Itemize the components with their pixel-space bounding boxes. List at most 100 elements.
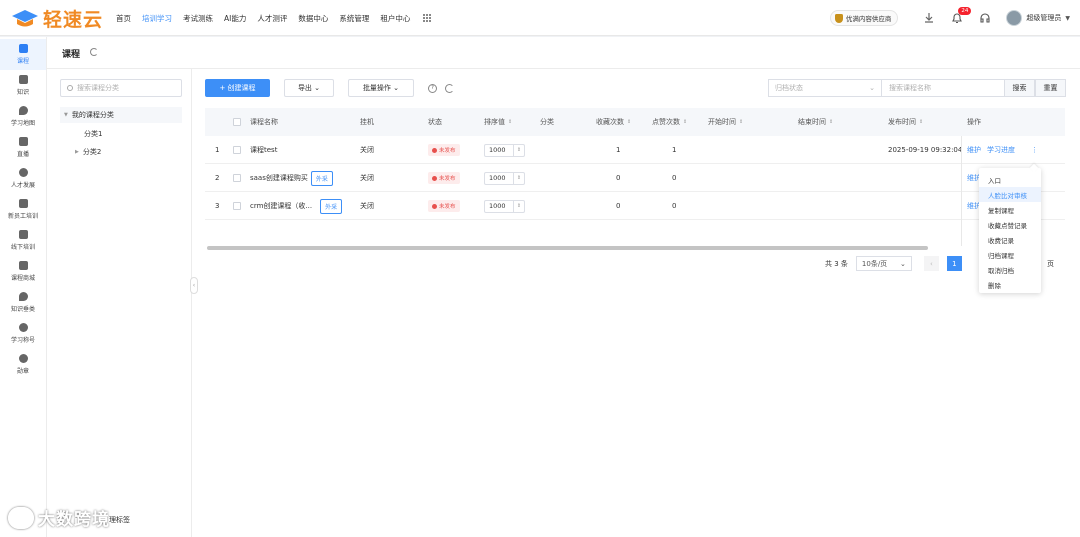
help-icon[interactable]: ? — [428, 83, 437, 93]
collapse-handle[interactable]: ‹ — [190, 277, 198, 294]
column-header-publish[interactable]: 发布时间 ⇕ — [888, 108, 923, 136]
create-course-button[interactable]: + 创建课程 — [205, 79, 270, 97]
promo-badge[interactable]: 优满内容供应商 — [829, 10, 899, 26]
learning-progress-link[interactable]: 学习进度 — [987, 145, 1015, 155]
sort-value-stepper[interactable]: 1000 ⇕ — [484, 171, 525, 185]
store-icon — [18, 261, 28, 270]
sidebar-item-titles[interactable]: 学习称号 — [0, 318, 46, 349]
row-checkbox[interactable] — [233, 174, 241, 182]
sidebar-item-badges[interactable]: 勋章 — [0, 349, 46, 380]
sidebar-item-mall[interactable]: 课程商城 — [0, 256, 46, 287]
column-header-end[interactable]: 结束时间 ⇕ — [798, 108, 833, 136]
course-name[interactable]: saas创建课程购买 — [250, 173, 308, 183]
sort-value-stepper[interactable]: 1000 ⇕ — [484, 199, 525, 213]
tree-node-category-1[interactable]: 分类1 — [84, 129, 102, 139]
page-size-select[interactable]: 10条/页 ⌄ — [855, 256, 912, 271]
menu-item-fav-like-records[interactable]: 收藏点赞记录 — [979, 217, 1041, 232]
medal-icon — [18, 323, 28, 332]
menu-item-archive[interactable]: 归档课程 — [979, 247, 1041, 262]
sidebar-item-label: 学习称号 — [10, 337, 35, 344]
download-icon[interactable] — [922, 11, 936, 25]
export-label: 导出 — [297, 84, 312, 92]
sidebar-item-new-hire[interactable]: 新员工培训 — [0, 194, 46, 225]
page-number[interactable]: 1 — [946, 256, 962, 271]
column-header-sort[interactable]: 排序值 ⇕ — [484, 108, 512, 136]
course-name[interactable]: 课程test — [250, 136, 277, 164]
sidebar-item-label: 知识垂类 — [10, 306, 35, 313]
course-name-placeholder: 搜索课程名称 — [889, 84, 931, 92]
prev-page-button[interactable]: ‹ — [923, 256, 939, 271]
sidebar-item-course[interactable]: 课程 — [0, 39, 46, 70]
topnav-item-data[interactable]: 数据中心 — [298, 13, 328, 24]
menu-item-copy-course[interactable]: 复制课程 — [979, 202, 1041, 217]
stepper-arrows-icon[interactable]: ⇕ — [513, 172, 524, 184]
menu-item-face-review[interactable]: 人脸比对审核 — [979, 187, 1041, 202]
topnav-item-ai[interactable]: AI能力 — [224, 13, 246, 24]
favorites-count: 0 — [616, 174, 621, 182]
sidebar-item-label: 新员工培训 — [7, 213, 38, 220]
stepper-arrows-icon[interactable]: ⇕ — [513, 200, 524, 212]
tree-node-category-2[interactable]: ▶ 分类2 — [75, 147, 101, 157]
course-name-search-input[interactable]: 搜索课程名称 — [882, 79, 1005, 97]
row-checkbox[interactable] — [233, 146, 241, 154]
more-actions-dropdown: 入口 人脸比对审核 复制课程 收藏点赞记录 收费记录 归档课程 取消归档 删除 — [979, 168, 1041, 293]
sidebar-item-knowledge-vertical[interactable]: 知识垂类 — [0, 287, 46, 318]
search-button[interactable]: 搜索 — [1005, 79, 1035, 97]
user-menu[interactable]: 超级管理员 ▼ — [1006, 10, 1070, 26]
reset-button[interactable]: 重置 — [1035, 79, 1066, 97]
category-search-input[interactable]: 搜索课程分类 — [60, 79, 182, 97]
select-all-checkbox[interactable] — [233, 118, 241, 126]
column-header-favorites[interactable]: 收藏次数 ⇕ — [596, 108, 631, 136]
topnav-item-home[interactable]: 首页 — [116, 13, 131, 24]
camera-icon — [18, 137, 28, 146]
archive-status-select[interactable]: 归档状态 ⌄ — [768, 79, 882, 97]
sidebar-item-offline[interactable]: 线下培训 — [0, 225, 46, 256]
table-row: 1 课程test 关闭 未发布 1000 ⇕ 1 1 2025-09-19 09:… — [205, 136, 1065, 164]
column-header-likes-label: 点赞次数 — [652, 118, 680, 126]
row-index: 3 — [215, 202, 220, 210]
filters: 归档状态 ⌄ 搜索课程名称 搜索 重置 — [768, 79, 1066, 97]
menu-item-entry[interactable]: 入口 — [979, 172, 1041, 187]
manage-tags-link[interactable]: 理标签 — [109, 515, 130, 525]
topnav-item-training[interactable]: 培训学习 — [142, 13, 172, 24]
export-button[interactable]: 导出 ⌄ — [284, 79, 334, 97]
logo[interactable]: 轻速云 — [10, 5, 103, 31]
external-tag: 外采 — [320, 198, 343, 214]
top-right: 优满内容供应商 24 超级管理员 ▼ — [829, 0, 1070, 36]
sidebar-item-talent[interactable]: 人才发展 — [0, 163, 46, 194]
status-badge: 未发布 — [428, 144, 460, 156]
status-label: 未发布 — [439, 176, 456, 182]
sidebar-item-learning-map[interactable]: 学习地图 — [0, 101, 46, 132]
status-badge: 未发布 — [428, 200, 460, 212]
tree-root[interactable]: ▼ 我的课程分类 — [60, 107, 182, 123]
sidebar-item-live[interactable]: 直播 — [0, 132, 46, 163]
sidebar-item-knowledge[interactable]: 知识 — [0, 70, 46, 101]
menu-item-fee-records[interactable]: 收费记录 — [979, 232, 1041, 247]
menu-item-delete[interactable]: 删除 — [979, 277, 1041, 292]
more-icon[interactable]: ⋮ — [1031, 146, 1038, 154]
notification-bell[interactable]: 24 — [950, 7, 972, 25]
app-grid-icon[interactable] — [423, 13, 432, 23]
close-circle-icon — [432, 203, 437, 209]
batch-actions-button[interactable]: 批量操作 ⌄ — [348, 79, 414, 97]
horizontal-scrollbar[interactable] — [207, 246, 928, 250]
topnav-item-tenant[interactable]: 租户中心 — [380, 13, 410, 24]
row-index: 1 — [215, 146, 220, 154]
maintain-link[interactable]: 维护 — [967, 145, 981, 155]
stepper-arrows-icon[interactable]: ⇕ — [513, 144, 524, 156]
column-header-name: 课程名称 — [250, 118, 278, 126]
menu-item-unarchive[interactable]: 取消归档 — [979, 262, 1041, 277]
sort-value-stepper[interactable]: 1000 ⇕ — [484, 143, 525, 157]
page-size-value: 10条/页 — [861, 259, 888, 268]
refresh-icon[interactable] — [90, 48, 98, 56]
column-header-start[interactable]: 开始时间 ⇕ — [708, 108, 743, 136]
refresh-icon[interactable] — [445, 83, 454, 93]
headset-icon[interactable] — [978, 11, 992, 25]
course-name[interactable]: crm创建课程（收... — [250, 201, 312, 211]
column-header-likes[interactable]: 点赞次数 ⇕ — [652, 108, 687, 136]
row-checkbox[interactable] — [233, 202, 241, 210]
topnav-item-system[interactable]: 系统管理 — [339, 13, 369, 24]
topnav-item-talent-eval[interactable]: 人才测评 — [257, 13, 287, 24]
topnav-item-exam[interactable]: 考试测练 — [183, 13, 213, 24]
column-header-start-label: 开始时间 — [708, 118, 736, 126]
